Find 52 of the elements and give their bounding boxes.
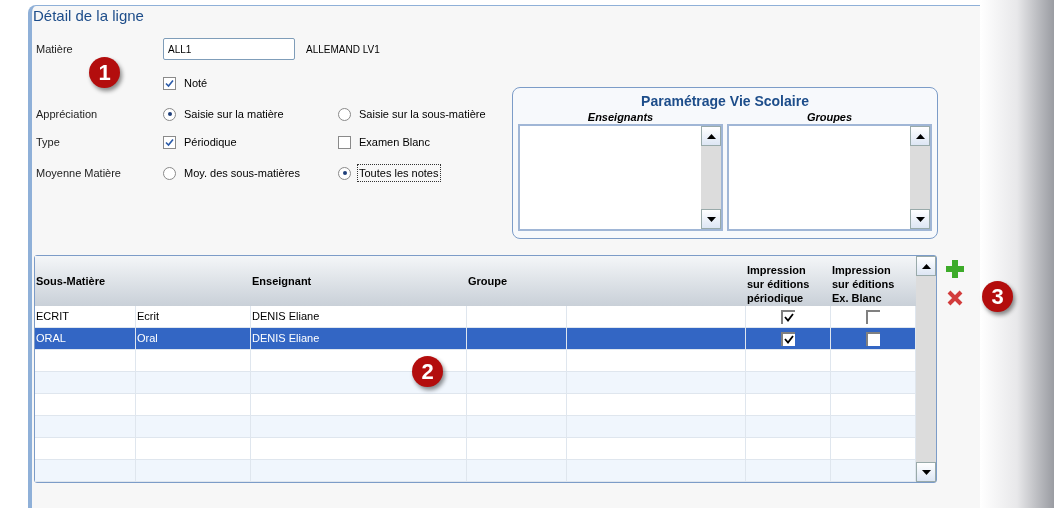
- scroll-down-icon[interactable]: [701, 209, 721, 229]
- scroll-up-icon[interactable]: [916, 256, 936, 276]
- list-heading: Groupes: [806, 110, 853, 124]
- table-cell: Oral: [136, 328, 251, 349]
- checkbox[interactable]: [163, 76, 176, 90]
- list-heading: Enseignants: [587, 110, 654, 124]
- scrollbar[interactable]: [701, 126, 721, 229]
- checkbox-label: Périodique: [184, 134, 237, 150]
- checkbox[interactable]: [866, 309, 880, 324]
- scroll-down-icon[interactable]: [910, 209, 930, 229]
- column-header[interactable]: Groupe: [467, 256, 746, 306]
- table-cell: Ecrit: [136, 306, 251, 327]
- checkbox-label: Noté: [184, 75, 208, 91]
- scrollbar[interactable]: [916, 256, 936, 482]
- subject-name: ALLEMAND LV1: [306, 42, 380, 57]
- field-label: Moyenne Matière: [36, 165, 122, 181]
- table-cell: DENIS Eliane: [251, 306, 467, 327]
- table-cell: DENIS Eliane: [251, 328, 467, 349]
- checkbox-label: Examen Blanc: [359, 134, 430, 150]
- table-row[interactable]: ORAL Oral DENIS Eliane: [35, 328, 916, 350]
- radio-label: Saisie sur la matière: [184, 106, 284, 122]
- column-header[interactable]: Impression sur éditions périodique: [746, 256, 831, 306]
- table-cell: ORAL: [35, 328, 136, 349]
- input-field[interactable]: ALL1: [163, 38, 295, 60]
- scroll-up-icon[interactable]: [910, 126, 930, 146]
- radio-button[interactable]: [338, 166, 351, 180]
- radio-label: Saisie sur la sous-matière: [359, 106, 486, 122]
- radio-button[interactable]: [163, 107, 176, 121]
- checkbox[interactable]: [163, 135, 176, 149]
- column-header[interactable]: Impression sur éditions Ex. Blanc: [831, 256, 916, 306]
- checkbox[interactable]: [781, 309, 795, 324]
- radio-button[interactable]: [163, 166, 176, 180]
- field-label: Type: [36, 134, 61, 150]
- radio-label: Toutes les notes: [357, 163, 441, 183]
- delete-icon[interactable]: [947, 290, 963, 306]
- table-cell: ECRIT: [35, 306, 136, 327]
- column-header[interactable]: Sous-Matière: [35, 256, 251, 306]
- field-label: Matière: [36, 41, 74, 57]
- box-title: Paramétrage Vie Scolaire: [641, 93, 809, 110]
- checkbox[interactable]: [866, 331, 880, 346]
- add-icon[interactable]: [946, 260, 964, 278]
- radio-label: Moy. des sous-matières: [183, 165, 301, 181]
- column-header[interactable]: Enseignant: [251, 256, 467, 306]
- checkbox[interactable]: [781, 331, 795, 346]
- scroll-up-icon[interactable]: [701, 126, 721, 146]
- checkbox[interactable]: [338, 135, 351, 149]
- scroll-down-icon[interactable]: [916, 462, 936, 482]
- panel-title: Détail de la ligne: [33, 6, 144, 26]
- table-row[interactable]: ECRIT Ecrit DENIS Eliane: [35, 306, 916, 328]
- scrollbar[interactable]: [910, 126, 930, 229]
- radio-button[interactable]: [338, 107, 351, 121]
- field-label: Appréciation: [36, 106, 99, 122]
